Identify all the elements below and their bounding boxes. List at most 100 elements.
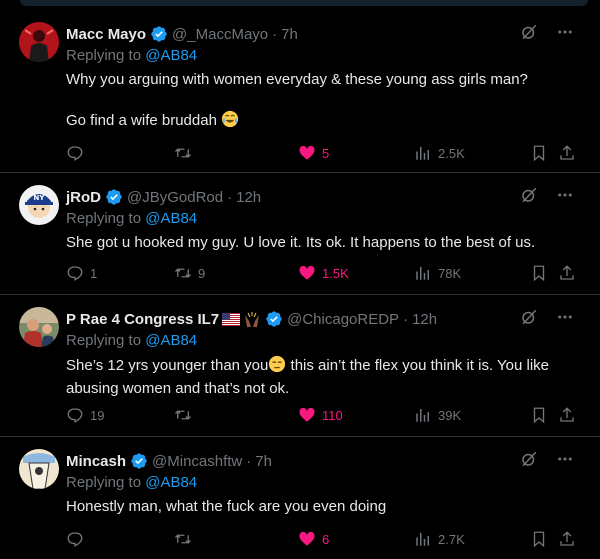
heart-icon [299, 531, 315, 546]
reply-button[interactable]: 19 [66, 406, 104, 424]
grok-icon[interactable] [520, 186, 538, 209]
reply-thread: Macc Mayo @_MaccMayo · 7h Replying to @A… [0, 0, 600, 559]
avatar[interactable] [19, 22, 59, 62]
bookmark-icon [533, 407, 545, 424]
heart-icon [299, 145, 315, 160]
handle[interactable]: @Mincashftw [152, 453, 242, 470]
svg-text:NY: NY [34, 194, 46, 202]
separator: · [272, 25, 278, 43]
action-bar: 1 9 1.5K 78K [66, 263, 586, 283]
avatar[interactable]: NY [19, 185, 59, 225]
bookmark-button[interactable] [530, 530, 548, 548]
retweet-button[interactable] [174, 406, 198, 424]
share-button[interactable] [558, 264, 576, 282]
reply-tweet[interactable]: Mincash @Mincashftw · 7h Replying to @AB… [0, 437, 600, 559]
more-options-icon[interactable] [556, 308, 574, 331]
reply-button[interactable] [66, 530, 90, 548]
reply-tweet[interactable]: NY jRoD @JByGodRod · 12h Replying to @AB… [0, 173, 600, 295]
tweet-text: Go find a wife bruddah [66, 110, 588, 134]
more-options-icon[interactable] [556, 186, 574, 209]
tweet-text: She’s 12 yrs younger than you this ain’t… [66, 355, 550, 397]
avatar[interactable] [19, 307, 59, 347]
bookmark-button[interactable] [530, 406, 548, 424]
display-name[interactable]: Mincash [66, 453, 126, 470]
bookmark-button[interactable] [530, 144, 548, 162]
share-button[interactable] [558, 144, 576, 162]
verified-badge-icon [105, 188, 123, 206]
like-button[interactable]: 5 [298, 144, 329, 162]
like-button[interactable]: 6 [298, 530, 329, 548]
timestamp[interactable]: 12h [236, 189, 261, 206]
bookmark-button[interactable] [530, 264, 548, 282]
display-name[interactable]: jRoD [66, 189, 101, 206]
retweet-icon [175, 534, 191, 544]
bookmark-icon [533, 145, 545, 162]
verified-badge-icon [150, 25, 168, 43]
views-button[interactable]: 78K [414, 264, 461, 282]
handle[interactable]: @_MaccMayo [172, 26, 268, 43]
verified-badge-icon [130, 452, 148, 470]
like-count: 1.5K [322, 265, 349, 281]
share-button[interactable] [558, 530, 576, 548]
grok-icon[interactable] [520, 308, 538, 331]
replying-to: Replying to @AB84 [66, 332, 198, 349]
timestamp[interactable]: 7h [281, 26, 298, 43]
share-button[interactable] [558, 406, 576, 424]
reply-count: 1 [90, 265, 98, 281]
reply-button[interactable]: 1 [66, 264, 97, 282]
replying-to: Replying to @AB84 [66, 210, 198, 227]
like-button[interactable]: 110 [298, 406, 343, 424]
display-name[interactable]: P Rae 4 Congress IL7 [66, 311, 219, 328]
replying-to-link[interactable]: @AB84 [145, 210, 197, 227]
replying-to-link[interactable]: @AB84 [145, 47, 197, 64]
tweet-text: She got u hooked my guy. U love it. Its … [66, 234, 536, 251]
replying-to: Replying to @AB84 [66, 474, 198, 491]
like-button[interactable]: 1.5K [298, 264, 349, 282]
views-button[interactable]: 39K [414, 406, 461, 424]
tweet-text: Honestly man, what the fuck are you even… [66, 498, 387, 515]
separator: · [227, 188, 233, 206]
display-name[interactable]: Macc Mayo [66, 26, 146, 43]
avatar[interactable] [19, 449, 59, 489]
share-icon [560, 407, 574, 422]
raised-hands-icon [243, 311, 261, 327]
reply-icon [67, 266, 83, 281]
verified-badge-icon [265, 310, 283, 328]
reply-tweet[interactable]: Macc Mayo @_MaccMayo · 7h Replying to @A… [0, 8, 600, 173]
reply-icon [67, 408, 83, 423]
handle[interactable]: @ChicagoREDP [287, 311, 399, 328]
views-button[interactable]: 2.7K [414, 530, 465, 548]
bookmark-icon [533, 531, 545, 548]
like-count: 110 [322, 407, 343, 423]
reply-button[interactable] [66, 144, 90, 162]
handle[interactable]: @JByGodRod [127, 189, 223, 206]
more-options-icon[interactable] [556, 23, 574, 46]
timestamp[interactable]: 7h [255, 453, 272, 470]
grok-icon[interactable] [520, 450, 538, 473]
retweet-button[interactable] [174, 144, 198, 162]
more-options-icon[interactable] [556, 450, 574, 473]
separator: · [403, 310, 409, 328]
retweet-button[interactable]: 9 [174, 264, 205, 282]
retweet-button[interactable] [174, 530, 198, 548]
reply-tweet[interactable]: P Rae 4 Congress IL7 @ChicagoREDP · 12h [0, 295, 600, 437]
action-bar: 6 2.7K [66, 529, 586, 549]
retweet-icon [175, 410, 191, 420]
views-icon [416, 409, 429, 422]
reply-icon [67, 146, 83, 161]
action-bar: 5 2.5K [66, 143, 586, 163]
heart-icon [299, 407, 315, 422]
replying-to-link[interactable]: @AB84 [145, 474, 197, 491]
unamused-face-emoji [268, 355, 286, 379]
tweet-header: jRoD @JByGodRod · 12h [66, 185, 588, 209]
views-button[interactable]: 2.5K [414, 144, 465, 162]
reply-count: 19 [90, 407, 105, 423]
tweet-header: P Rae 4 Congress IL7 @ChicagoREDP · 12h [66, 307, 588, 331]
tweet-text: Why you arguing with women everyday & th… [66, 71, 528, 88]
replying-to: Replying to @AB84 [66, 47, 198, 64]
replying-to-link[interactable]: @AB84 [145, 332, 197, 349]
tweet-header: Macc Mayo @_MaccMayo · 7h [66, 22, 588, 46]
top-bar [20, 0, 588, 6]
grok-icon[interactable] [520, 23, 538, 46]
timestamp[interactable]: 12h [412, 311, 437, 328]
